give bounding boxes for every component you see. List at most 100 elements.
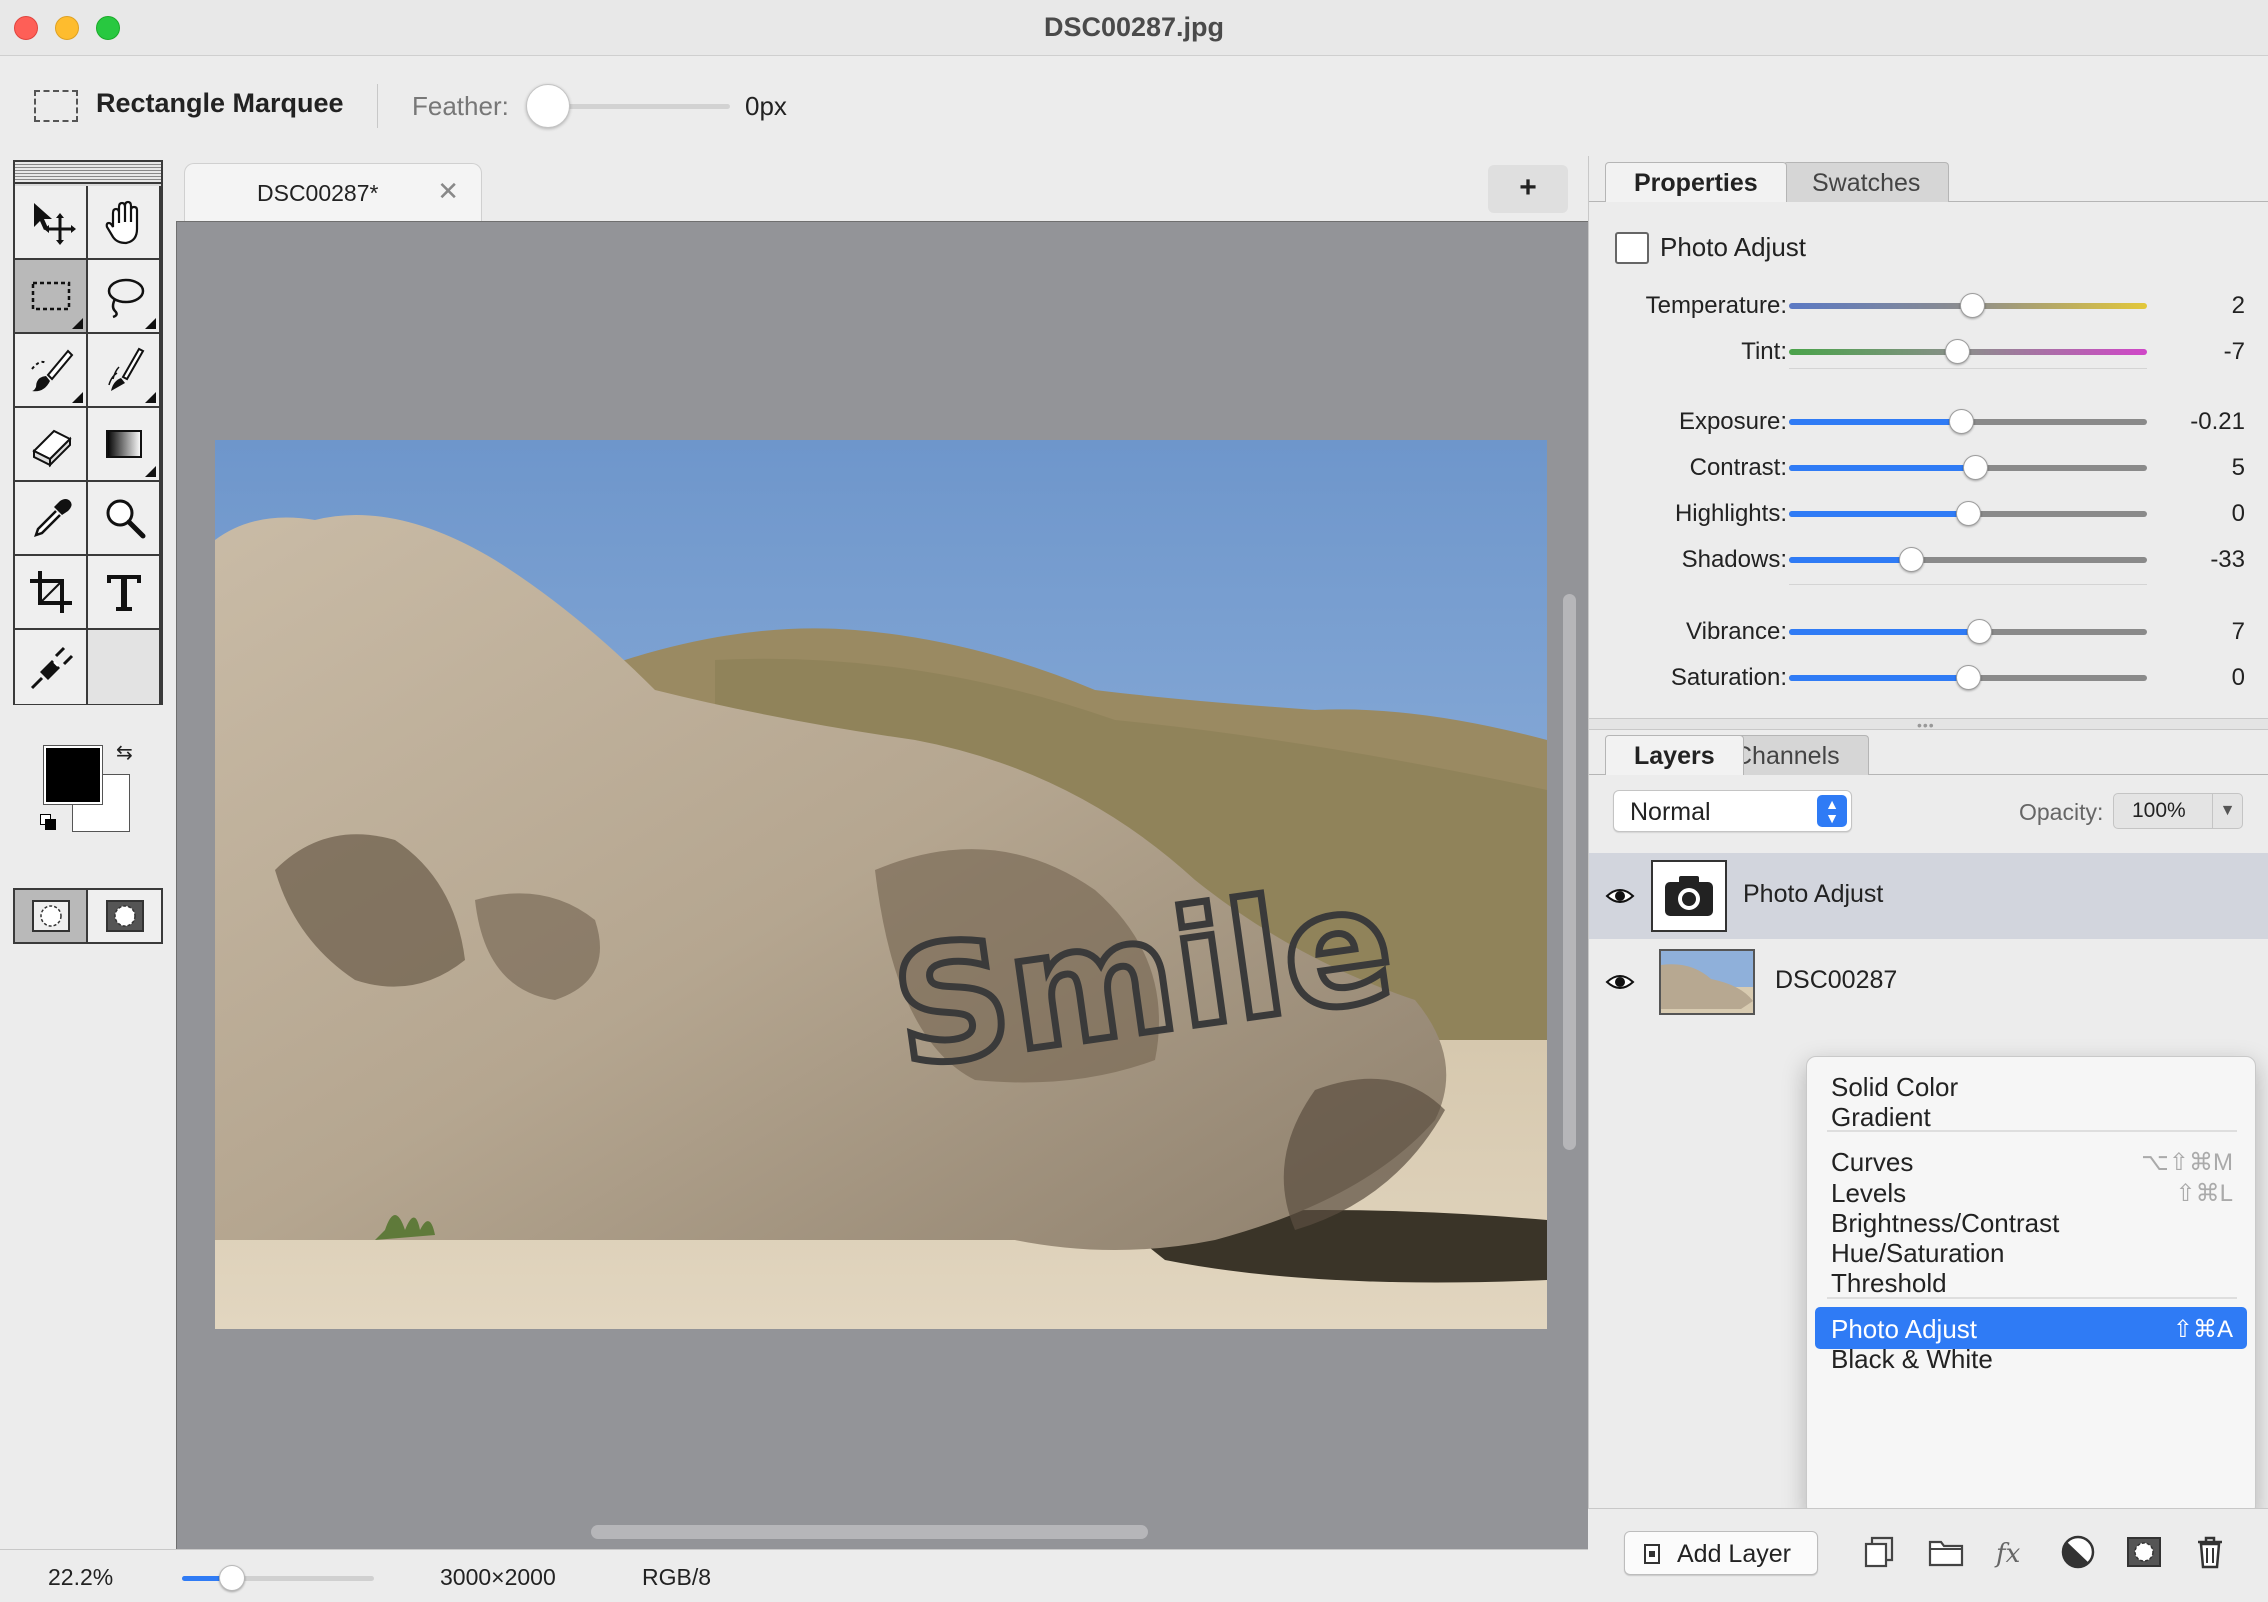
new-layer-icon bbox=[1644, 1544, 1660, 1564]
tab-properties[interactable]: Properties bbox=[1605, 162, 1787, 202]
layer-name: Photo Adjust bbox=[1743, 880, 1884, 908]
adjustment-slider[interactable] bbox=[1789, 501, 2147, 526]
plugin-tool[interactable] bbox=[15, 630, 88, 704]
reset-colors-icon[interactable] bbox=[40, 814, 58, 832]
toolbox bbox=[13, 160, 163, 705]
adjustment-slider-thumb[interactable] bbox=[1945, 339, 1971, 364]
text-tool[interactable] bbox=[88, 556, 161, 630]
window-title: DSC00287.jpg bbox=[1043, 12, 1225, 42]
adjustment-value[interactable]: -33 bbox=[2210, 546, 2245, 574]
adjustment-slider[interactable] bbox=[1789, 665, 2147, 690]
quick-mask-button[interactable] bbox=[88, 890, 161, 942]
mask-mode-toggle bbox=[13, 888, 163, 944]
menu-item-black-white[interactable]: Black & White bbox=[1815, 1337, 2247, 1379]
layer-row-dsc00287[interactable]: DSC00287 bbox=[1589, 939, 2268, 1025]
adjustment-slider[interactable] bbox=[1789, 409, 2147, 434]
panel-splitter[interactable]: ••• bbox=[1589, 718, 2268, 732]
feather-slider-track[interactable] bbox=[545, 104, 730, 109]
gradient-tool[interactable] bbox=[88, 408, 161, 482]
layer-effects-button[interactable]: fx bbox=[1992, 1531, 2032, 1573]
more-tools-indicator bbox=[72, 392, 83, 403]
move-tool[interactable] bbox=[15, 186, 88, 260]
adjustment-slider[interactable] bbox=[1789, 293, 2147, 318]
adjustment-layer-thumbnail bbox=[1651, 860, 1727, 932]
duplicate-layer-button[interactable] bbox=[1860, 1531, 1900, 1573]
zoom-level[interactable]: 22.2% bbox=[48, 1564, 113, 1591]
brush-tool[interactable] bbox=[15, 334, 88, 408]
zoom-slider[interactable] bbox=[182, 1565, 374, 1591]
adjustment-value[interactable]: -0.21 bbox=[2190, 408, 2245, 436]
tab-layers[interactable]: Layers bbox=[1605, 735, 1744, 775]
horizontal-scrollbar[interactable] bbox=[591, 1525, 1148, 1539]
rectangle-marquee-icon bbox=[34, 90, 78, 122]
adjustment-value[interactable]: 0 bbox=[2232, 664, 2245, 692]
chevron-down-icon[interactable]: ▼ bbox=[2212, 794, 2242, 828]
close-tab-icon[interactable]: ✕ bbox=[437, 176, 459, 207]
smudge-icon bbox=[107, 347, 144, 391]
adjustment-label: Saturation: bbox=[1670, 664, 1787, 691]
swap-colors-icon[interactable]: ⇆ bbox=[116, 740, 133, 765]
add-layer-button[interactable]: Add Layer bbox=[1624, 1531, 1818, 1575]
feather-slider-thumb[interactable] bbox=[526, 84, 570, 128]
vertical-scrollbar[interactable] bbox=[1563, 594, 1576, 1150]
boulder-photo: Smile bbox=[215, 440, 1547, 1329]
adjustment-value[interactable]: 2 bbox=[2232, 292, 2245, 320]
adjustment-value[interactable]: 0 bbox=[2232, 500, 2245, 528]
lasso-tool[interactable] bbox=[88, 260, 161, 334]
adjustment-slider-thumb[interactable] bbox=[1948, 409, 1974, 434]
more-tools-indicator bbox=[145, 318, 156, 329]
menu-item-threshold[interactable]: Threshold bbox=[1815, 1261, 2247, 1303]
adjustment-slider-thumb[interactable] bbox=[1963, 455, 1989, 480]
layer-mask-button[interactable] bbox=[2124, 1531, 2164, 1573]
menu-item-gradient[interactable]: Gradient bbox=[1815, 1095, 2247, 1137]
adjustment-slider-thumb[interactable] bbox=[1956, 665, 1981, 690]
standard-mode-button[interactable] bbox=[15, 890, 88, 942]
adjustment-slider[interactable] bbox=[1789, 547, 2147, 572]
eyedropper-tool[interactable] bbox=[15, 482, 88, 556]
adjustment-slider-fill bbox=[1789, 557, 1911, 563]
new-tab-button[interactable]: + bbox=[1488, 165, 1568, 213]
smudge-tool[interactable] bbox=[88, 334, 161, 408]
adjustment-slider-thumb[interactable] bbox=[1959, 293, 1985, 318]
document-tab[interactable]: DSC00287* ✕ bbox=[184, 163, 482, 221]
rectangle-marquee-tool[interactable] bbox=[15, 260, 88, 334]
adjustment-value[interactable]: 5 bbox=[2232, 454, 2245, 482]
group-layers-button[interactable] bbox=[1926, 1531, 1966, 1573]
adjustment-slider-thumb[interactable] bbox=[1966, 619, 1992, 644]
color-swatches: ⇆ bbox=[38, 740, 138, 840]
properties-tab-row: Properties Swatches bbox=[1605, 162, 2265, 202]
eye-icon[interactable] bbox=[1605, 967, 1635, 997]
adjustment-slider-thumb[interactable] bbox=[1898, 547, 1924, 572]
adjustment-slider-thumb[interactable] bbox=[1956, 501, 1981, 526]
zoom-slider-thumb[interactable] bbox=[218, 1565, 245, 1591]
select-arrows-icon: ▲ ▼ bbox=[1817, 795, 1847, 827]
adjustment-slider-fill bbox=[1789, 511, 1968, 517]
adjustment-slider[interactable] bbox=[1789, 619, 2147, 644]
feather-label: Feather: bbox=[412, 91, 509, 121]
adjustment-slider[interactable] bbox=[1789, 455, 2147, 480]
toolbox-grip[interactable] bbox=[15, 162, 161, 184]
eraser-tool[interactable] bbox=[15, 408, 88, 482]
adjustment-value[interactable]: -7 bbox=[2224, 338, 2245, 366]
adjustment-label: Vibrance: bbox=[1686, 618, 1787, 645]
crop-tool[interactable] bbox=[15, 556, 88, 630]
blend-mode-select[interactable]: Normal ▲ ▼ bbox=[1613, 790, 1852, 832]
document-image[interactable]: Smile bbox=[215, 440, 1547, 1329]
tab-swatches[interactable]: Swatches bbox=[1783, 162, 1950, 202]
adjustment-separator bbox=[1789, 584, 2147, 585]
zoom-tool[interactable] bbox=[88, 482, 161, 556]
eye-icon[interactable] bbox=[1605, 881, 1635, 911]
hand-tool[interactable] bbox=[88, 186, 161, 260]
delete-layer-button[interactable] bbox=[2190, 1531, 2230, 1573]
adjustment-slider[interactable] bbox=[1789, 339, 2147, 364]
plug-icon bbox=[30, 646, 73, 690]
adjustment-value[interactable]: 7 bbox=[2232, 618, 2245, 646]
adjustment-layer-button[interactable] bbox=[2058, 1531, 2098, 1573]
crop-icon bbox=[29, 571, 72, 613]
opacity-field[interactable]: 100% ▼ bbox=[2113, 793, 2243, 829]
quick-mask-icon bbox=[105, 900, 144, 932]
foreground-color[interactable] bbox=[43, 745, 103, 805]
layer-row-photo-adjust[interactable]: Photo Adjust bbox=[1589, 853, 2268, 939]
status-bar: 22.2% 3000×2000 RGB/8 bbox=[0, 1549, 1588, 1602]
mask-icon bbox=[2127, 1537, 2161, 1567]
